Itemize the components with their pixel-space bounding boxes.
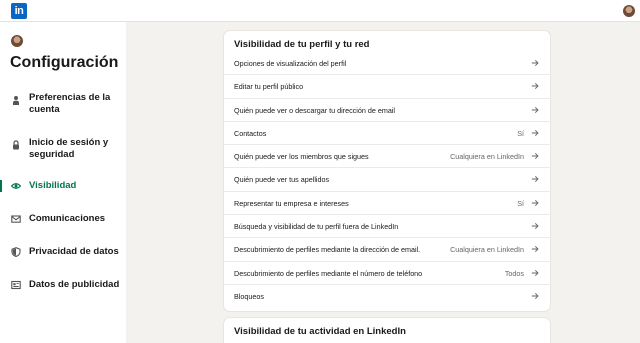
settings-row[interactable]: Quién puede ver tus apellidos	[224, 168, 550, 192]
settings-row-label: Opciones de visualización del perfil	[234, 59, 347, 68]
settings-row[interactable]: Opciones de visualización del perfil	[224, 52, 550, 76]
sidebar-item-label: Inicio de sesión y seguridad	[29, 137, 109, 160]
settings-row[interactable]: Representar tu empresa e intereses Sí	[224, 192, 550, 216]
shield-icon	[11, 247, 21, 257]
lock-icon	[13, 140, 19, 150]
settings-row[interactable]: Descubrimiento de perfiles mediante el n…	[224, 262, 550, 285]
envelope-icon	[11, 215, 21, 223]
settings-row-value: Todos	[504, 268, 524, 278]
arrow-right-icon[interactable]	[531, 106, 539, 114]
settings-row-label: Descubrimiento de perfiles mediante la d…	[234, 245, 421, 255]
settings-row-label: Representar tu empresa e intereses	[234, 198, 349, 208]
settings-row[interactable]: Descubrimiento de perfiles mediante la d…	[224, 238, 550, 262]
sidebar-item-label: Privacidad de datos	[29, 246, 119, 257]
sidebar-item-label: Datos de publicidad	[29, 279, 120, 290]
settings-row-value: Sí	[517, 128, 524, 138]
settings-row-label: Quién puede ver tus apellidos	[234, 175, 330, 185]
sidebar-item-label: Visibilidad	[29, 180, 77, 191]
section-title: Visibilidad de tu perfil y tu red	[234, 39, 370, 50]
arrow-right-icon[interactable]	[531, 59, 539, 67]
arrow-right-icon[interactable]	[531, 245, 539, 253]
person-icon	[13, 96, 19, 105]
settings-row[interactable]: Editar tu perfil público	[224, 75, 550, 99]
settings-row-label: Contactos	[234, 128, 267, 138]
settings-row-label: Quién puede ver los miembros que sigues	[234, 152, 369, 162]
settings-row[interactable]: Contactos Sí	[224, 122, 550, 146]
eye-icon	[11, 183, 21, 189]
activity-visibility-card: Visibilidad de tu actividad en LinkedIn	[224, 318, 550, 343]
section-title: Visibilidad de tu actividad en LinkedIn	[234, 326, 406, 337]
arrow-right-icon[interactable]	[531, 152, 539, 160]
arrow-right-icon[interactable]	[531, 175, 539, 183]
top-navigation-bar: in	[0, 0, 640, 22]
linkedin-logo-icon[interactable]: in	[11, 3, 27, 19]
settings-row-label: Descubrimiento de perfiles mediante el n…	[234, 268, 423, 278]
settings-row-label: Quién puede ver o descargar tu dirección…	[234, 105, 396, 115]
settings-row-value: Cualquiera en LinkedIn	[450, 245, 524, 255]
profile-network-visibility-card: Visibilidad de tu perfil y tu red Opcion…	[224, 31, 550, 311]
settings-row-value: Sí	[517, 198, 524, 208]
arrow-right-icon[interactable]	[531, 222, 539, 230]
settings-row-label: Bloqueos	[234, 291, 264, 301]
settings-row-value: Cualquiera en LinkedIn	[450, 152, 524, 162]
arrow-right-icon[interactable]	[531, 129, 539, 137]
settings-row[interactable]: Búsqueda y visibilidad de tu perfil fuer…	[224, 215, 550, 239]
settings-list: Opciones de visualización del perfil Edit…	[224, 52, 550, 308]
page-title: Configuración	[10, 54, 119, 71]
arrow-right-icon[interactable]	[531, 199, 539, 207]
settings-row[interactable]: Quién puede ver o descargar tu dirección…	[224, 99, 550, 122]
settings-row-label: Editar tu perfil público	[234, 82, 304, 92]
sidebar-item-label: Preferencias de la cuenta	[29, 92, 111, 115]
sidebar: Configuración Preferencias de la cuenta …	[0, 22, 126, 343]
arrow-right-icon[interactable]	[531, 269, 539, 277]
settings-row-label: Búsqueda y visibilidad de tu perfil fuer…	[234, 222, 399, 232]
newspaper-icon	[11, 280, 21, 290]
sidebar-item-label: Comunicaciones	[29, 213, 106, 224]
profile-avatar[interactable]	[11, 35, 23, 47]
arrow-right-icon[interactable]	[531, 292, 539, 300]
avatar[interactable]	[623, 5, 635, 17]
settings-row[interactable]: Bloqueos	[224, 285, 550, 308]
arrow-right-icon[interactable]	[531, 82, 539, 90]
settings-row[interactable]: Quién puede ver los miembros que sigues C…	[224, 145, 550, 169]
